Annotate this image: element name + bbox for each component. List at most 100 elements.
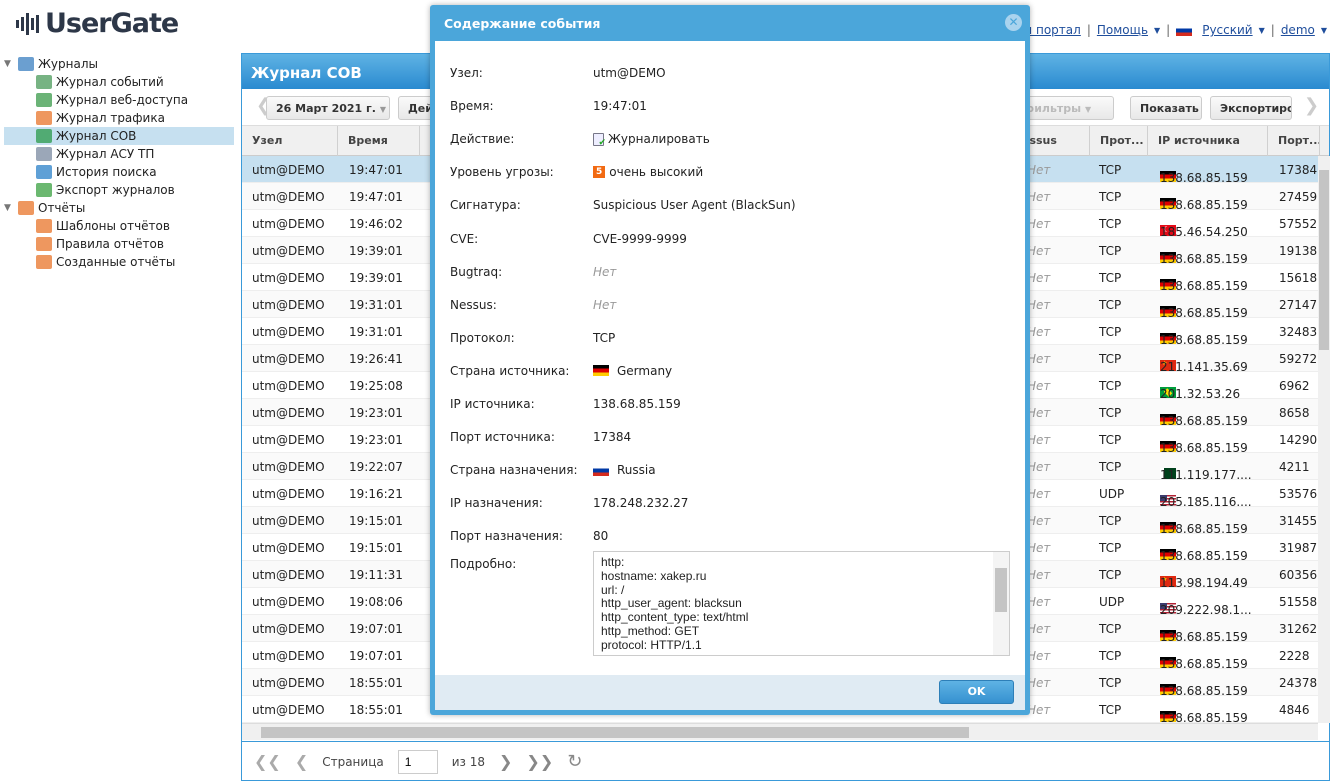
first-page-icon[interactable]: ❮❮ — [254, 752, 281, 771]
cell-nessus: Нет — [1027, 352, 1051, 366]
cell-nessus: Нет — [1027, 595, 1051, 609]
close-icon[interactable]: ✕ — [1005, 14, 1022, 31]
sidebar-item[interactable]: Журнал веб-доступа — [4, 91, 234, 109]
details-scrollbar[interactable] — [993, 552, 1009, 655]
language-menu[interactable]: Русский — [1202, 23, 1252, 37]
sidebar-item[interactable]: Правила отчётов — [4, 235, 234, 253]
cell-source-port: 31987 — [1279, 541, 1318, 555]
help-menu[interactable]: Помощь — [1097, 23, 1148, 37]
next-page-icon[interactable]: ❯ — [499, 752, 512, 771]
cell-node: utm@DEMO — [252, 487, 325, 501]
cell-source-port: 4846 — [1279, 703, 1310, 717]
logo-mark-icon — [16, 12, 39, 35]
cell-time: 18:55:01 — [349, 703, 403, 717]
cell-node: utm@DEMO — [252, 595, 325, 609]
show-button[interactable]: Показать — [1130, 96, 1202, 120]
ok-button[interactable]: OK — [939, 680, 1014, 704]
cell-time: 19:07:01 — [349, 649, 403, 663]
cell-nessus: Нет — [1027, 271, 1051, 285]
field-value: очень высокий — [609, 165, 704, 180]
field-value: Нет — [593, 264, 617, 279]
cell-nessus: Нет — [1027, 460, 1051, 474]
column-source-ip[interactable]: IP источника — [1148, 126, 1268, 156]
sidebar-item-label: Созданные отчёты — [56, 255, 176, 269]
sidebar-item-label: Журнал событий — [56, 75, 164, 89]
sidebar-item[interactable]: Журнал СОВ — [4, 127, 234, 145]
cell-node: utm@DEMO — [252, 406, 325, 420]
cell-node: utm@DEMO — [252, 352, 325, 366]
field-label: Сигнатура: — [450, 198, 521, 213]
cell-protocol: TCP — [1099, 460, 1122, 474]
cell-protocol: UDP — [1099, 595, 1125, 609]
cell-time: 19:15:01 — [349, 541, 403, 555]
cell-node: utm@DEMO — [252, 649, 325, 663]
field-label: CVE: — [450, 231, 479, 246]
cell-protocol: TCP — [1099, 298, 1122, 312]
cell-source-port: 57552 — [1279, 217, 1318, 231]
details-textarea[interactable]: http: hostname: xakep.ru url: / http_use… — [593, 551, 1010, 656]
export-button[interactable]: Экспортиров — [1210, 96, 1292, 120]
field-value: Журналировать — [608, 132, 710, 147]
cell-protocol: TCP — [1099, 676, 1122, 690]
cell-nessus: Нет — [1027, 568, 1051, 582]
field-label: Bugtraq: — [450, 264, 503, 279]
sidebar-item-label: Журнал АСУ ТП — [56, 147, 155, 161]
field-label: IP назначения: — [450, 496, 543, 511]
sidebar-item[interactable]: Журнал событий — [4, 73, 234, 91]
prev-page-icon[interactable]: ❮ — [295, 752, 308, 771]
sidebar-item[interactable]: Журнал трафика — [4, 109, 234, 127]
refresh-icon[interactable]: ↻ — [567, 751, 582, 772]
expand-arrow-icon[interactable]: ▼ — [4, 203, 18, 213]
field-value: Suspicious User Agent (BlackSun) — [593, 198, 796, 213]
cell-nessus: Нет — [1027, 244, 1051, 258]
vertical-scrollbar[interactable] — [1318, 156, 1330, 723]
sidebar-item[interactable]: ▼ Отчёты — [4, 199, 234, 217]
dialog-title: Содержание события — [444, 16, 601, 31]
field-label: IP источника: — [450, 397, 535, 411]
log-icon — [36, 237, 52, 251]
cell-node: utm@DEMO — [252, 514, 325, 528]
cell-protocol: TCP — [1099, 163, 1122, 177]
cell-source-port: 8658 — [1279, 406, 1310, 420]
logo-text: UserGate — [45, 8, 179, 39]
column-protocol[interactable]: Прот... — [1090, 126, 1148, 156]
field-value: Russia — [617, 463, 656, 478]
country-flag-icon — [593, 365, 609, 377]
cell-source-ip: 138.68.85.159 — [1160, 711, 1248, 723]
sidebar-item[interactable]: Созданные отчёты — [4, 253, 234, 271]
sidebar-item[interactable]: Шаблоны отчётов — [4, 217, 234, 235]
user-menu[interactable]: demo — [1281, 23, 1315, 37]
field-value: Нет — [593, 297, 617, 312]
sidebar-tree: ▼ Журналы Журнал событий Журнал веб-доступа… — [4, 55, 234, 271]
cell-protocol: TCP — [1099, 649, 1122, 663]
log-icon — [36, 93, 52, 107]
column-node[interactable]: Узел — [242, 126, 338, 156]
column-source-port[interactable]: Порт... — [1268, 126, 1320, 156]
sidebar-item[interactable]: История поиска — [4, 163, 234, 181]
sidebar-item[interactable]: Экспорт журналов — [4, 181, 234, 199]
cell-nessus: Нет — [1027, 379, 1051, 393]
field-value: utm@DEMO — [593, 66, 666, 80]
log-icon — [18, 201, 34, 215]
cell-time: 19:26:41 — [349, 352, 403, 366]
field-value: TCP — [593, 330, 616, 345]
cell-protocol: TCP — [1099, 622, 1122, 636]
column-time[interactable]: Время — [338, 126, 420, 156]
cell-protocol: TCP — [1099, 325, 1122, 339]
toolbar-scroll-right-icon[interactable]: ❯ — [1304, 95, 1319, 116]
sidebar-item[interactable]: ▼ Журналы — [4, 55, 234, 73]
date-picker[interactable]: 26 Март 2021 г. ▼ — [266, 96, 390, 120]
cell-protocol: TCP — [1099, 352, 1122, 366]
last-page-icon[interactable]: ❯❯ — [526, 752, 553, 771]
sidebar-item[interactable]: Журнал АСУ ТП — [4, 145, 234, 163]
expand-arrow-icon[interactable]: ▼ — [4, 59, 18, 69]
sidebar-item-label: Журналы — [38, 57, 98, 71]
page-input[interactable] — [397, 749, 438, 774]
cell-node: utm@DEMO — [252, 460, 325, 474]
cell-node: utm@DEMO — [252, 163, 325, 177]
cell-time: 19:07:01 — [349, 622, 403, 636]
cell-time: 19:47:01 — [349, 163, 403, 177]
horizontal-scrollbar[interactable] — [242, 723, 1318, 740]
cell-nessus: Нет — [1027, 325, 1051, 339]
sidebar-item-label: Отчёты — [38, 201, 86, 215]
